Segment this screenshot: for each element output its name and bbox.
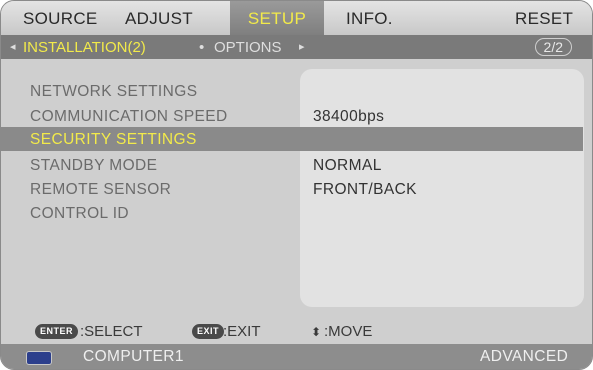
button-guide: ENTER :SELECT EXIT :EXIT ⬍ :MOVE <box>1 321 592 343</box>
menu-item-label: STANDBY MODE <box>30 157 158 174</box>
enter-key-icon: ENTER <box>35 324 79 339</box>
vga-input-icon <box>26 351 52 365</box>
menu-item-standby-mode[interactable]: STANDBY MODE NORMAL <box>11 153 584 177</box>
menu-item-label: CONTROL ID <box>30 205 130 222</box>
settings-panel: NETWORK SETTINGS COMMUNICATION SPEED 384… <box>1 69 584 307</box>
tab-adjust[interactable]: ADJUST <box>125 1 193 35</box>
menu-item-remote-sensor[interactable]: REMOTE SENSOR FRONT/BACK <box>11 177 584 201</box>
menu-item-label: NETWORK SETTINGS <box>30 83 198 100</box>
menu-item-label: REMOTE SENSOR <box>30 181 172 198</box>
menu-item-value: NORMAL <box>313 157 382 174</box>
select-hint: :SELECT <box>80 323 143 340</box>
status-bar: COMPUTER1 ADVANCED <box>1 344 592 369</box>
exit-hint: :EXIT <box>223 323 261 340</box>
page-indicator: 2/2 <box>534 38 572 56</box>
menu-item-label: COMMUNICATION SPEED <box>30 108 228 125</box>
menu-item-security-settings[interactable]: SECURITY SETTINGS <box>1 127 583 151</box>
menu-item-communication-speed[interactable]: COMMUNICATION SPEED 38400bps <box>11 104 584 128</box>
menu-item-value: 38400bps <box>313 108 385 125</box>
menu-tab-bar: SOURCE ADJUST SETUP INFO. RESET <box>1 1 592 35</box>
tab-source[interactable]: SOURCE <box>23 1 98 35</box>
menu-item-control-id[interactable]: CONTROL ID <box>11 201 584 225</box>
menu-item-value: FRONT/BACK <box>313 181 417 198</box>
osd-menu-window: SOURCE ADJUST SETUP INFO. RESET ◂ INSTAL… <box>0 0 593 370</box>
left-arrow-icon[interactable]: ◂ <box>10 35 16 59</box>
tab-setup[interactable]: SETUP <box>230 1 324 35</box>
menu-item-label: SECURITY SETTINGS <box>30 131 197 148</box>
menu-mode-label: ADVANCED <box>480 348 569 365</box>
tab-reset[interactable]: RESET <box>515 1 573 35</box>
move-arrows-icon: ⬍ <box>311 325 322 339</box>
exit-key-icon: EXIT <box>192 324 225 339</box>
separator-dot: • <box>199 39 205 56</box>
tab-info[interactable]: INFO. <box>346 1 393 35</box>
subpage-options[interactable]: OPTIONS <box>214 35 282 59</box>
sub-page-bar: ◂ INSTALLATION(2) • OPTIONS ▸ 2/2 <box>1 35 592 59</box>
right-arrow-icon[interactable]: ▸ <box>299 35 305 59</box>
subpage-installation-2[interactable]: INSTALLATION(2) <box>23 35 146 59</box>
menu-item-network-settings[interactable]: NETWORK SETTINGS <box>11 79 584 103</box>
input-source-label: COMPUTER1 <box>83 348 184 365</box>
move-hint: :MOVE <box>324 323 373 340</box>
